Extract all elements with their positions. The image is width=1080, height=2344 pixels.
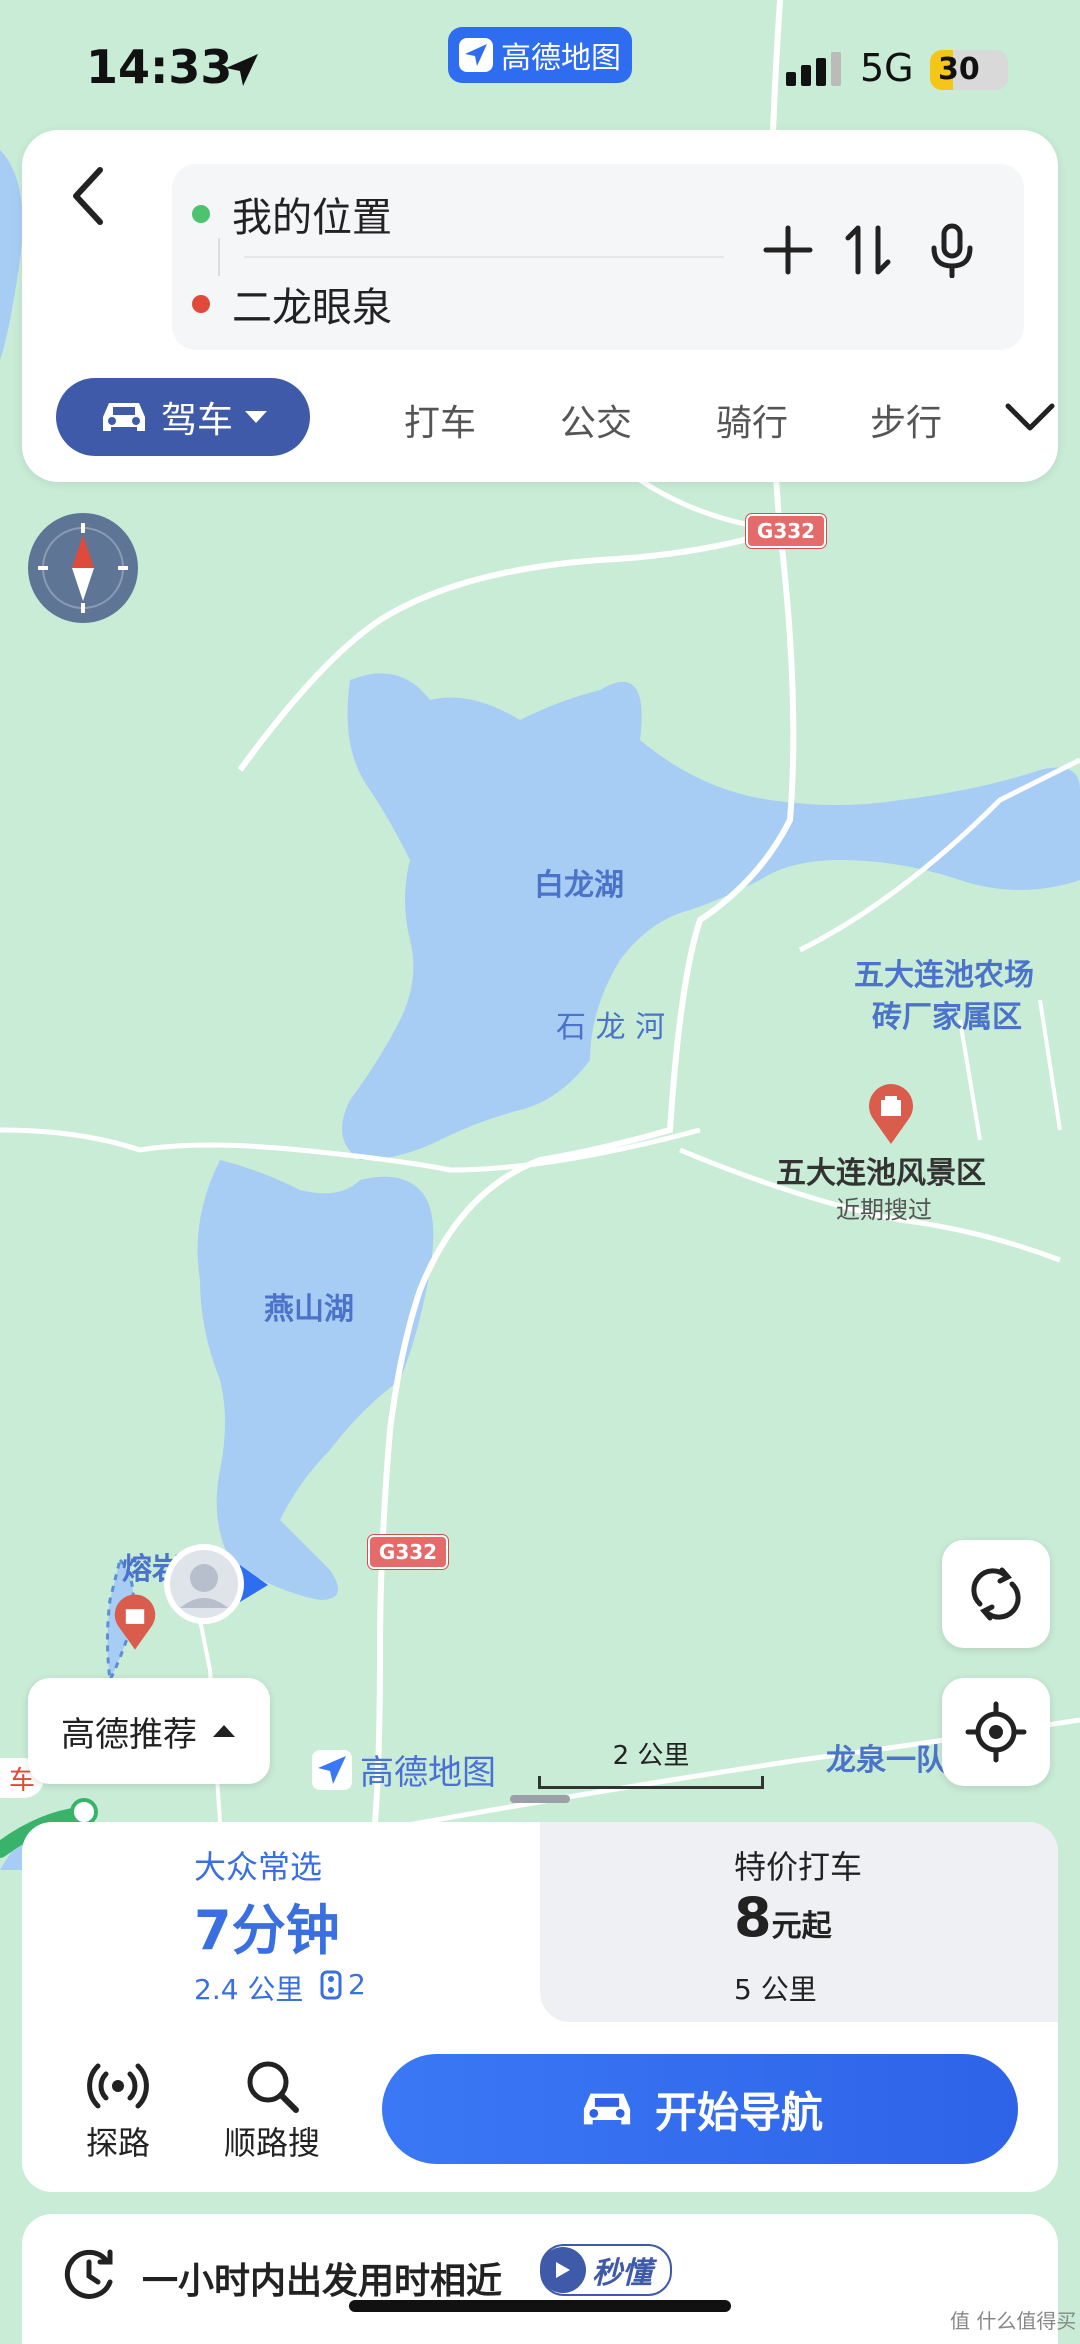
scenic-poi-marker[interactable] xyxy=(866,1084,916,1150)
compass-button[interactable] xyxy=(28,513,138,623)
origin-text: 我的位置 xyxy=(232,195,392,241)
locate-target-icon xyxy=(965,1701,1027,1763)
route-option-taxi-title: 特价打车 xyxy=(734,1848,863,1886)
map-watermark: 高德地图 xyxy=(312,1745,496,1794)
route-option-taxi-price-number: 8 xyxy=(734,1886,772,1949)
river-label: 石 龙 河 xyxy=(556,1010,666,1045)
location-services-icon xyxy=(222,50,262,94)
compass-icon xyxy=(38,523,128,613)
poi-farm-line1: 五大连池农场 xyxy=(854,958,1034,993)
mode-tab-bike[interactable]: 骑行 xyxy=(716,394,788,446)
voice-input-icon[interactable] xyxy=(924,222,980,282)
road-sign-g332-top: G332 xyxy=(746,514,826,548)
start-navigation-label: 开始导航 xyxy=(654,2087,823,2137)
departure-tip-text: 一小时内出发用时相近 xyxy=(142,2261,503,2302)
locate-me-button[interactable] xyxy=(942,1678,1050,1786)
route-search-card: 我的位置 二龙眼泉 驾车 打车 公交 骑行 步行 xyxy=(22,130,1058,482)
play-icon xyxy=(540,2247,586,2293)
origin-dot-icon xyxy=(192,205,210,223)
mode-tab-walk[interactable]: 步行 xyxy=(870,394,942,446)
route-option-popular-lights: 2 xyxy=(348,1968,366,2001)
search-along-label: 顺路搜 xyxy=(223,2124,320,2162)
start-navigation-button[interactable]: 开始导航 xyxy=(382,2054,1018,2164)
quick-explain-label: 秒懂 xyxy=(592,2256,652,2291)
refresh-route-button[interactable] xyxy=(942,1540,1050,1648)
battery-indicator: 30 xyxy=(930,50,1008,90)
more-modes-chevron-icon[interactable] xyxy=(1004,400,1056,438)
quick-explain-badge[interactable]: 秒懂 xyxy=(540,2244,672,2296)
map-scale: 2 公里 xyxy=(538,1735,764,1789)
field-divider xyxy=(244,256,724,258)
traffic-light-icon xyxy=(318,1970,344,2004)
search-icon xyxy=(247,2061,299,2113)
route-option-popular[interactable]: 大众常选 7分钟 2.4 公里 2 xyxy=(22,1822,540,2022)
lake-label-yanshan: 燕山湖 xyxy=(264,1292,354,1327)
battery-level: 30 xyxy=(938,52,980,87)
road-sign-g332-bottom: G332 xyxy=(368,1535,448,1569)
caret-up-icon xyxy=(213,1725,235,1737)
add-waypoint-icon[interactable] xyxy=(760,222,816,282)
departure-tip-card[interactable]: 一小时内出发用时相近 秒懂 xyxy=(22,2214,1058,2344)
home-indicator[interactable] xyxy=(349,2300,731,2312)
poi-scenic-sub: 近期搜过 xyxy=(836,1196,932,1224)
explore-road-button[interactable]: 探路 xyxy=(58,2054,178,2164)
app-pill-label: 高德地图 xyxy=(501,41,621,76)
lake-label-bailong: 白龙湖 xyxy=(534,868,624,903)
map-watermark-text: 高德地图 xyxy=(360,1753,496,1793)
user-location-avatar[interactable] xyxy=(160,1540,270,1634)
cellular-signal-icon xyxy=(786,52,846,90)
route-option-taxi[interactable]: 特价打车 8元起 5 公里 xyxy=(540,1822,1058,2022)
status-bar: 14:33 高德地图 5G 30 xyxy=(0,0,1080,130)
route-option-taxi-price: 8元起 xyxy=(734,1886,832,1949)
back-button[interactable] xyxy=(64,164,112,232)
corner-watermark: 值 什么值得买 xyxy=(950,2309,1077,2333)
route-option-popular-distance: 2.4 公里 xyxy=(194,1973,304,2006)
destination-dot-icon xyxy=(192,295,210,313)
refresh-icon xyxy=(971,1567,1021,1621)
route-option-taxi-distance: 5 公里 xyxy=(734,1973,817,2006)
route-option-taxi-price-unit: 元起 xyxy=(771,1909,832,1944)
route-bottom-sheet: 大众常选 7分钟 2.4 公里 2 特价打车 8元起 5 公里 探路 顺路搜 开… xyxy=(22,1822,1058,2192)
route-option-popular-time: 7分钟 xyxy=(194,1899,340,1962)
explore-road-label: 探路 xyxy=(85,2124,150,2162)
origin-field[interactable]: 我的位置 xyxy=(172,174,732,254)
search-along-button[interactable]: 顺路搜 xyxy=(212,2054,332,2164)
destination-field[interactable]: 二龙眼泉 xyxy=(172,264,732,344)
map-label-longquan: 龙泉一队 xyxy=(826,1743,946,1778)
poi-scenic-name[interactable]: 五大连池风景区 xyxy=(776,1148,986,1192)
travel-mode-bar: 驾车 打车 公交 骑行 步行 xyxy=(56,378,1056,462)
mode-tab-drive[interactable]: 驾车 xyxy=(56,378,310,456)
clock-icon xyxy=(60,2246,118,2308)
amap-logo-icon xyxy=(459,38,493,72)
car-icon xyxy=(583,2093,631,2125)
swap-route-icon[interactable] xyxy=(840,222,896,282)
sheet-drag-handle[interactable] xyxy=(510,1795,570,1803)
recommend-selector[interactable]: 高德推荐 xyxy=(28,1678,270,1784)
car-icon xyxy=(102,403,145,431)
map-scale-label: 2 公里 xyxy=(612,1741,690,1771)
status-time: 14:33 xyxy=(86,40,233,94)
map-scale-bar xyxy=(538,1776,764,1789)
mode-tab-bus[interactable]: 公交 xyxy=(560,394,632,446)
mode-tab-drive-label: 驾车 xyxy=(160,400,233,441)
amap-watermark-icon xyxy=(312,1749,352,1790)
recommend-label: 高德推荐 xyxy=(61,1714,197,1755)
destination-text: 二龙眼泉 xyxy=(232,285,392,331)
route-inputs: 我的位置 二龙眼泉 xyxy=(172,164,1024,350)
network-type: 5G xyxy=(860,46,914,90)
poi-marker-small[interactable] xyxy=(112,1594,158,1656)
poi-farm-line2: 砖厂家属区 xyxy=(872,1000,1022,1035)
caret-down-icon xyxy=(245,411,267,423)
mode-tab-taxi[interactable]: 打车 xyxy=(404,394,476,446)
broadcast-icon xyxy=(87,2063,149,2109)
app-return-pill[interactable]: 高德地图 xyxy=(448,27,632,83)
route-option-popular-title: 大众常选 xyxy=(194,1848,323,1886)
